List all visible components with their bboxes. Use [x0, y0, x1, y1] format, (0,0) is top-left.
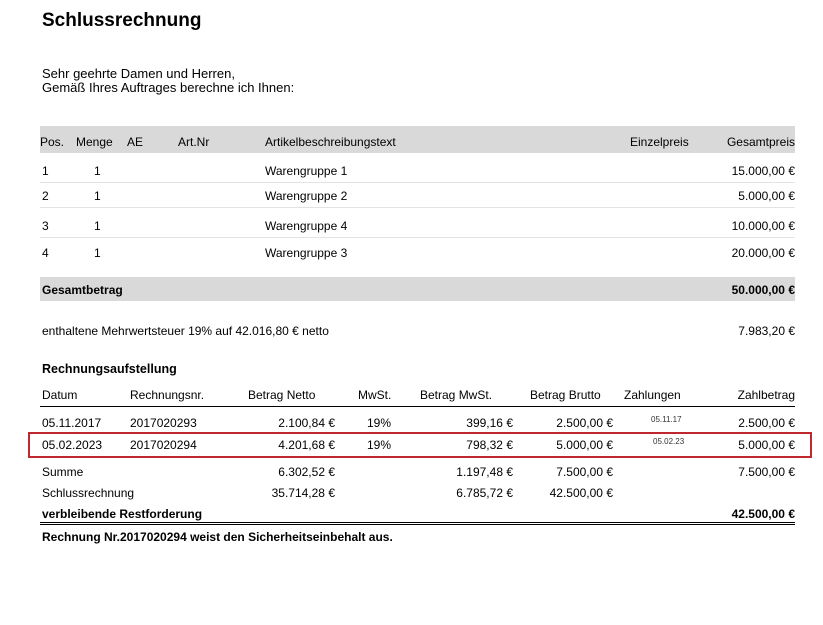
footer-note: Rechnung Nr.2017020294 weist den Sicherh… [42, 530, 393, 544]
row-description: Warengruppe 2 [265, 189, 348, 203]
salutation: Sehr geehrte Damen und Herren, [42, 66, 235, 81]
col-zahlungen-header: Zahlungen [624, 388, 681, 402]
col-rechnungsnr-header: Rechnungsnr. [130, 388, 205, 402]
total-label: Gesamtbetrag [42, 283, 123, 297]
summe-betrag-mwst: 1.197,48 € [456, 465, 513, 479]
intro-text: Gemäß Ihres Auftrages berechne ich Ihnen… [42, 80, 295, 95]
row-gesamtpreis: 15.000,00 € [731, 164, 795, 178]
row-menge: 1 [94, 246, 101, 260]
row-pos: 1 [42, 164, 49, 178]
vat-text: enthaltene Mehrwertsteuer 19% auf 42.016… [42, 324, 329, 338]
row-pos: 3 [42, 219, 49, 233]
row-divider [40, 182, 795, 183]
col-menge-header: Menge [76, 135, 113, 149]
row-pos: 4 [42, 246, 49, 260]
col-ae-header: AE [127, 135, 144, 149]
document-title: Schlussrechnung [42, 10, 202, 31]
row-divider [40, 237, 795, 238]
row-pos: 2 [42, 189, 49, 203]
row-rechnungsnr: 2017020293 [130, 416, 197, 430]
col-mwst-header: MwSt. [358, 388, 392, 402]
row-description: Warengruppe 4 [265, 219, 348, 233]
rest-rule-1 [40, 522, 795, 523]
summe-netto: 6.302,52 € [278, 465, 335, 479]
row-datum: 05.11.2017 [42, 416, 102, 430]
schluss-betrag-mwst: 6.785,72 € [456, 486, 513, 500]
row-netto: 2.100,84 € [278, 416, 335, 430]
col-description-header: Artikelbeschreibungstext [265, 135, 396, 149]
row-gesamtpreis: 10.000,00 € [731, 219, 795, 233]
col-gesamtpreis-header: Gesamtpreis [726, 135, 795, 149]
summe-zahlbetrag: 7.500,00 € [738, 465, 795, 479]
col-brutto-header: Betrag Brutto [530, 388, 601, 402]
row-divider [40, 207, 795, 208]
total-value: 50.000,00 € [731, 283, 795, 297]
row-gesamtpreis: 5.000,00 € [738, 189, 795, 203]
row-menge: 1 [94, 219, 101, 233]
col-datum-header: Datum [42, 388, 78, 402]
col-einzelpreis-header: Einzelpreis [630, 135, 689, 149]
col-zahlbetrag-header: Zahlbetrag [737, 388, 795, 402]
highlight-box [28, 432, 812, 458]
schluss-netto: 35.714,28 € [271, 486, 335, 500]
row-zahlungen: 05.11.17 [651, 415, 682, 424]
rest-rule-2 [40, 524, 795, 525]
row-menge: 1 [94, 164, 101, 178]
summe-brutto: 7.500,00 € [556, 465, 613, 479]
row-brutto: 2.500,00 € [556, 416, 613, 430]
row-description: Warengruppe 1 [265, 164, 348, 178]
schluss-brutto: 42.500,00 € [549, 486, 613, 500]
col-artnr-header: Art.Nr [178, 135, 210, 149]
col-betrag-mwst-header: Betrag MwSt. [420, 388, 493, 402]
statement-heading: Rechnungsaufstellung [42, 362, 177, 376]
rest-label: verbleibende Restforderung [42, 507, 203, 521]
total-band [40, 277, 795, 301]
row-description: Warengruppe 3 [265, 246, 348, 260]
summe-label: Summe [42, 465, 84, 479]
col-netto-header: Betrag Netto [248, 388, 316, 402]
vat-value: 7.983,20 € [738, 324, 795, 338]
row-gesamtpreis: 20.000,00 € [731, 246, 795, 260]
row-mwst: 19% [367, 416, 392, 430]
header-underline [40, 406, 795, 407]
row-menge: 1 [94, 189, 101, 203]
rest-value: 42.500,00 € [731, 507, 795, 521]
row-zahlbetrag: 2.500,00 € [738, 416, 795, 430]
row-betrag-mwst: 399,16 € [466, 416, 513, 430]
col-pos-header: Pos. [40, 135, 65, 149]
schluss-label: Schlussrechnung [42, 486, 135, 500]
